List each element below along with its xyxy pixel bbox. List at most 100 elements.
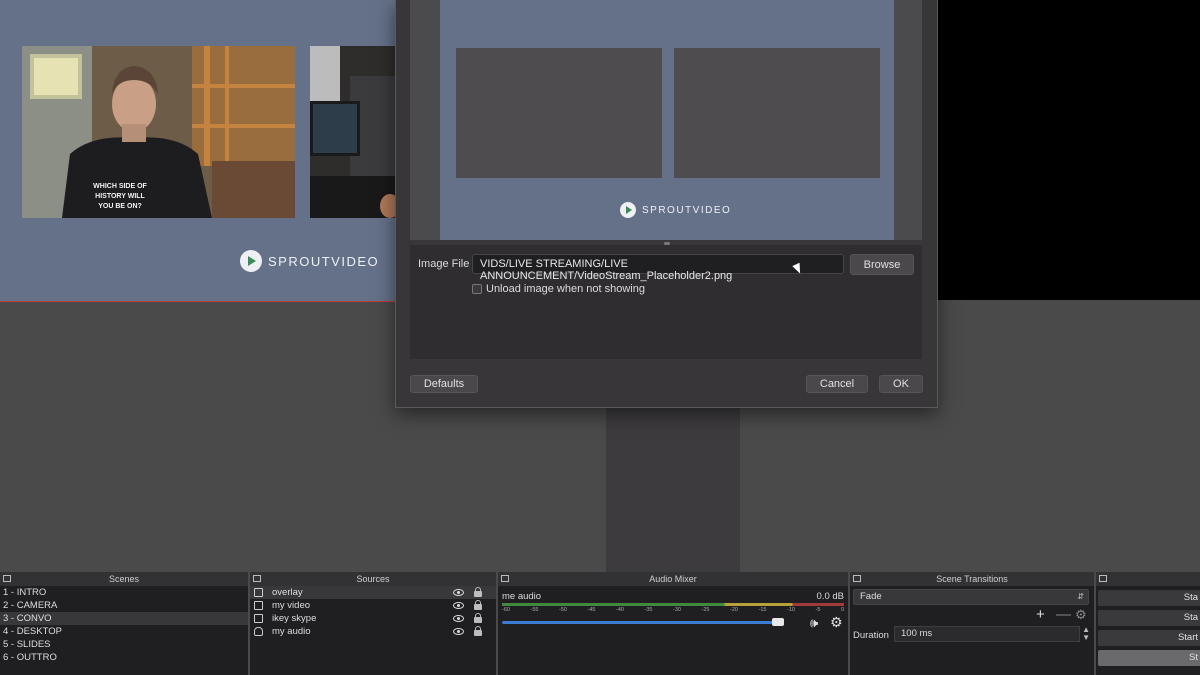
image-source-properties-dialog: SPROUTVIDEO Image File VIDS/LIVE STREAMI…	[395, 0, 938, 408]
source-item[interactable]: my video	[250, 599, 496, 612]
source-label: overlay	[272, 587, 303, 598]
controls-dock: Sta Sta Start St	[1096, 572, 1200, 675]
remove-icon[interactable]: —	[1056, 606, 1071, 623]
browse-button[interactable]: Browse	[850, 254, 914, 275]
placeholder-sproutvideo-logo: SPROUTVIDEO	[620, 202, 731, 218]
scene-item-selected[interactable]: 3 - CONVO	[0, 612, 248, 625]
audio-level-meter	[502, 603, 844, 606]
unload-image-label: Unload image when not showing	[486, 283, 645, 295]
duration-input[interactable]: 100 ms	[894, 626, 1080, 642]
gear-icon[interactable]: ⚙	[1075, 607, 1087, 623]
meter-tick-label: -25	[701, 607, 710, 613]
scene-item[interactable]: 2 - CAMERA	[0, 599, 248, 612]
preview-canvas[interactable]: WHICH SIDE OF HISTORY WILL YOU BE ON? SP…	[0, 0, 396, 302]
camera-video-source[interactable]: WHICH SIDE OF HISTORY WILL YOU BE ON?	[22, 46, 295, 218]
scenes-dock: Scenes 1 - INTRO 2 - CAMERA 3 - CONVO 4 …	[0, 572, 248, 675]
audio-channel-name: me audio	[502, 591, 542, 602]
ok-button[interactable]: OK	[879, 375, 923, 393]
scene-item[interactable]: 4 - DESKTOP	[0, 625, 248, 638]
meter-tick-label: -30	[673, 607, 681, 613]
visibility-eye-icon[interactable]	[453, 615, 464, 622]
audio-mixer-body: me audio 0.0 dB -60 -55 -50 -45 -40 -35 -30 -25…	[498, 586, 848, 675]
source-item[interactable]: ikey skype	[250, 612, 496, 625]
meter-tick-label: -45	[587, 607, 596, 613]
audio-level-readout: 0.0 dB	[816, 591, 844, 602]
sources-list: overlay my video ikey skype my audio	[250, 586, 496, 675]
audio-mixer-dock-header: Audio Mixer	[498, 572, 848, 586]
speaker-mute-icon[interactable]: 🕪	[810, 615, 818, 631]
undock-icon[interactable]	[853, 575, 861, 582]
audio-mixer-dock: Audio Mixer me audio 0.0 dB -60 -55 -50 -45…	[498, 572, 848, 675]
sources-dock-header: Sources	[250, 572, 496, 586]
volume-slider-handle[interactable]	[772, 618, 784, 626]
unload-image-option[interactable]: Unload image when not showing	[472, 283, 645, 295]
source-item[interactable]: overlay	[250, 586, 496, 599]
audio-mixer-title: Audio Mixer	[649, 574, 697, 584]
second-camera-source[interactable]	[310, 46, 395, 218]
image-file-label: Image File	[418, 258, 470, 270]
undock-icon[interactable]	[1099, 575, 1107, 582]
controls-dock-header	[1096, 572, 1200, 586]
sproutvideo-logo: SPROUTVIDEO	[240, 250, 379, 272]
image-icon	[254, 588, 263, 597]
scene-item[interactable]: 6 - OUTTRO	[0, 651, 248, 664]
lock-icon[interactable]	[474, 587, 482, 597]
shirt-text: WHICH SIDE OF HISTORY WILL YOU BE ON?	[93, 183, 147, 210]
transition-selected-value: Fade	[860, 591, 882, 602]
sproutvideo-play-icon	[620, 202, 636, 218]
duration-stepper-icon[interactable]: ▲ ▼	[1082, 626, 1090, 642]
duration-label: Duration	[853, 630, 889, 641]
properties-panel: Image File VIDS/LIVE STREAMING/LIVE ANNO…	[410, 245, 922, 359]
meter-tick-label: -10	[787, 607, 795, 613]
meter-tick-label: -50	[559, 607, 567, 613]
meter-tick-label: -60	[502, 607, 510, 613]
scenes-dock-header: Scenes	[0, 572, 248, 586]
defaults-button[interactable]: Defaults	[410, 375, 478, 393]
dialog-source-preview: SPROUTVIDEO	[410, 0, 922, 240]
sproutvideo-play-icon	[240, 250, 262, 272]
start-streaming-button[interactable]: Sta	[1098, 590, 1200, 606]
scenes-title: Scenes	[108, 574, 140, 584]
visibility-eye-icon[interactable]	[453, 589, 464, 596]
meter-tick-label: -55	[530, 607, 539, 613]
meter-tick-label: -35	[644, 607, 653, 613]
cancel-button[interactable]: Cancel	[806, 375, 868, 393]
preview-background-stripe	[606, 406, 740, 572]
undock-icon[interactable]	[501, 575, 509, 582]
undock-icon[interactable]	[3, 575, 11, 582]
start-recording-button[interactable]: Sta	[1098, 610, 1200, 626]
undock-icon[interactable]	[253, 575, 261, 582]
unload-image-checkbox[interactable]	[472, 284, 482, 294]
placeholder-slot-left	[456, 48, 662, 178]
meter-tick-label: -40	[616, 607, 624, 613]
lock-icon[interactable]	[474, 626, 482, 636]
camera-icon	[254, 601, 263, 610]
volume-slider[interactable]	[502, 621, 778, 624]
sources-dock: Sources overlay my video ikey skype my a…	[250, 572, 496, 675]
lock-icon[interactable]	[474, 613, 482, 623]
placeholder-slot-right	[674, 48, 880, 178]
meter-tick-label: -20	[730, 607, 738, 613]
gear-icon[interactable]: ⚙	[830, 614, 843, 631]
visibility-eye-icon[interactable]	[453, 628, 464, 635]
controls-body: Sta Sta Start St	[1096, 586, 1200, 675]
scene-item[interactable]: 1 - INTRO	[0, 586, 248, 599]
add-icon[interactable]: +	[1036, 606, 1045, 623]
scene-transitions-title: Scene Transitions	[936, 574, 1008, 584]
start-virtual-camera-button[interactable]: Start	[1098, 630, 1200, 646]
source-item[interactable]: my audio	[250, 625, 496, 638]
lock-icon[interactable]	[474, 600, 482, 610]
scene-item[interactable]: 5 - SLIDES	[0, 638, 248, 651]
source-label: ikey skype	[272, 613, 317, 624]
transition-type-select[interactable]: Fade ⇵	[853, 589, 1089, 605]
image-file-path-field[interactable]: VIDS/LIVE STREAMING/LIVE ANNOUNCEMENT/Vi…	[472, 254, 844, 282]
visibility-eye-icon[interactable]	[453, 602, 464, 609]
source-label: my video	[272, 600, 311, 611]
meter-tick-label: 0	[840, 607, 844, 613]
scene-transitions-body: Fade ⇵ + — ⚙ Duration 100 ms ▲ ▼	[850, 586, 1094, 675]
studio-mode-button[interactable]: St	[1098, 650, 1200, 666]
studio-video-frame	[310, 46, 395, 218]
sources-title: Sources	[356, 574, 390, 584]
preview-black-area	[938, 0, 1200, 300]
microphone-icon	[254, 627, 263, 636]
